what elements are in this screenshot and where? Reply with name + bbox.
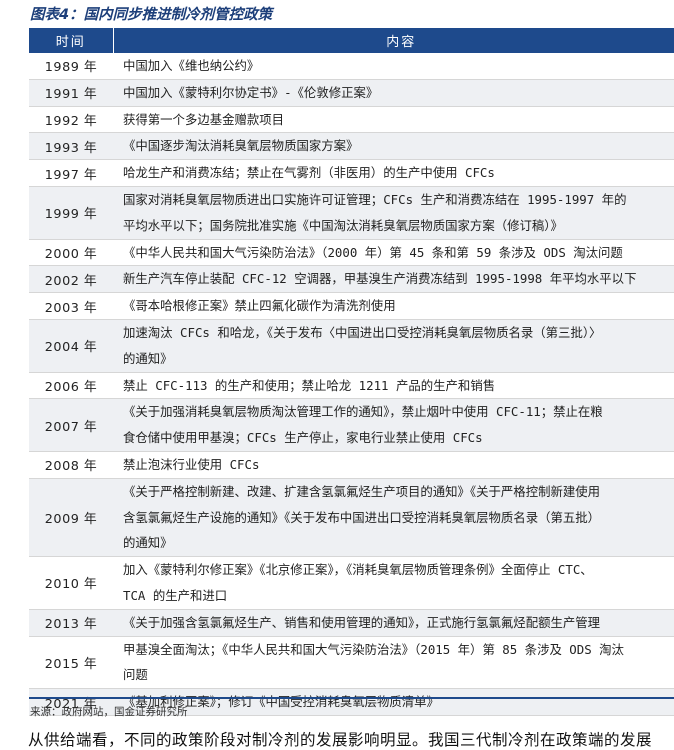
table-row: 2006 年禁止 CFC-113 的生产和使用；禁止哈龙 1211 产品的生产和… xyxy=(29,372,674,400)
table-row: 1991 年中国加入《蒙特利尔协定书》-《伦敦修正案》 xyxy=(29,79,674,107)
row-content: 国家对消耗臭氧层物质进出口实施许可证管理；CFCs 生产和消费冻结在 1995-… xyxy=(113,186,674,240)
row-content-line: 加入《蒙特利尔修正案》《北京修正案》，《消耗臭氧层物质管理条例》全面停止 CTC… xyxy=(123,562,593,578)
row-content-line: 禁止泡沫行业使用 CFCs xyxy=(123,456,260,472)
row-content: 《关于加强消耗臭氧层物质淘汰管理工作的通知》，禁止烟叶中使用 CFC-11；禁止… xyxy=(113,398,674,452)
source-note: 来源：政府网站，国金证券研究所 xyxy=(30,706,188,718)
table-row: 1997 年哈龙生产和消费冻结；禁止在气雾剂（非医用）的生产中使用 CFCs xyxy=(29,159,674,187)
row-content: 《关于加强含氢氯氟烃生产、销售和使用管理的通知》，正式施行氢氯氟烃配额生产管理 xyxy=(113,609,674,637)
row-year: 1999 年 xyxy=(29,186,113,240)
row-content-line: 《中国逐步淘汰消耗臭氧层物质国家方案》 xyxy=(123,138,359,154)
table-row: 2002 年新生产汽车停止装配 CFC-12 空调器，甲基溴生产消费冻结到 19… xyxy=(29,265,674,294)
row-content: 加入《蒙特利尔修正案》《北京修正案》，《消耗臭氧层物质管理条例》全面停止 CTC… xyxy=(113,556,674,610)
row-content-line: 禁止 CFC-113 的生产和使用；禁止哈龙 1211 产品的生产和销售 xyxy=(123,377,496,393)
row-content-line: 《哥本哈根修正案》禁止四氟化碳作为清洗剂使用 xyxy=(123,298,396,314)
row-year: 2015 年 xyxy=(29,636,113,690)
row-content: 获得第一个多边基金赠款项目 xyxy=(113,106,674,134)
row-content-line: 的通知》 xyxy=(123,535,173,551)
row-year: 2010 年 xyxy=(29,556,113,610)
row-content-line: 《关于严格控制新建、改建、扩建含氢氯氟烃生产项目的通知》《关于严格控制新建使用 xyxy=(123,483,601,499)
row-content: 《基加利修正案》；修订《中国受控消耗臭氧层物质清单》 xyxy=(113,688,674,716)
header-year: 时间 xyxy=(29,28,113,53)
row-content-line: 的通知》 xyxy=(123,350,173,366)
table-row: 1989 年中国加入《维也纳公约》 xyxy=(29,53,674,80)
row-year: 1992 年 xyxy=(29,106,113,134)
row-content-line: 国家对消耗臭氧层物质进出口实施许可证管理；CFCs 生产和消费冻结在 1995-… xyxy=(123,191,627,207)
table-body: 1989 年中国加入《维也纳公约》 1991 年中国加入《蒙特利尔协定书》-《伦敦… xyxy=(29,53,674,716)
row-year: 2006 年 xyxy=(29,372,113,400)
row-year: 2003 年 xyxy=(29,292,113,320)
row-content: 中国加入《蒙特利尔协定书》-《伦敦修正案》 xyxy=(113,79,674,107)
row-content-line: 平均水平以下；国务院批准实施《中国淘汰消耗臭氧层物质国家方案（修订稿）》 xyxy=(123,217,563,233)
row-content-line: 食仓储中使用甲基溴；CFCs 生产停止，家电行业禁止使用 CFCs xyxy=(123,430,483,446)
row-content: 禁止 CFC-113 的生产和使用；禁止哈龙 1211 产品的生产和销售 xyxy=(113,372,674,400)
table-row: 2010 年加入《蒙特利尔修正案》《北京修正案》，《消耗臭氧层物质管理条例》全面… xyxy=(29,556,674,610)
row-content-line: 《中华人民共和国大气污染防治法》（2000 年）第 45 条和第 59 条涉及 … xyxy=(123,244,623,260)
row-year: 2008 年 xyxy=(29,451,113,479)
row-year: 2007 年 xyxy=(29,398,113,452)
table-row: 2007 年《关于加强消耗臭氧层物质淘汰管理工作的通知》，禁止烟叶中使用 CFC… xyxy=(29,398,674,452)
row-year: 2002 年 xyxy=(29,265,113,294)
body-paragraph: 从供给端看，不同的政策阶段对制冷剂的发展影响明显。我国三代制冷剂在政策端的发展 xyxy=(28,731,653,749)
table-row: 2000 年《中华人民共和国大气污染防治法》（2000 年）第 45 条和第 5… xyxy=(29,239,674,267)
table-row: 2009 年《关于严格控制新建、改建、扩建含氢氯氟烃生产项目的通知》《关于严格控… xyxy=(29,478,674,558)
row-year: 2009 年 xyxy=(29,478,113,558)
row-content-line: 甲基溴全面淘汰；《中华人民共和国大气污染防治法》（2015 年）第 85 条涉及… xyxy=(123,641,624,657)
row-content-line: 《关于加强含氢氯氟烃生产、销售和使用管理的通知》，正式施行氢氯氟烃配额生产管理 xyxy=(123,614,601,630)
row-content-line: 中国加入《维也纳公约》 xyxy=(123,58,260,73)
row-content: 加速淘汰 CFCs 和哈龙，《关于发布〈中国进出口受控消耗臭氧层物质名录（第三批… xyxy=(113,319,674,373)
row-content-line: 问题 xyxy=(123,667,148,683)
row-content: 《中华人民共和国大气污染防治法》（2000 年）第 45 条和第 59 条涉及 … xyxy=(113,239,674,267)
row-content: 新生产汽车停止装配 CFC-12 空调器，甲基溴生产消费冻结到 1995-199… xyxy=(113,265,674,294)
table-header-row: 时间 内容 xyxy=(29,28,674,53)
table-row: 2013 年《关于加强含氢氯氟烃生产、销售和使用管理的通知》，正式施行氢氯氟烃配… xyxy=(29,609,674,637)
row-year: 2000 年 xyxy=(29,239,113,267)
table-row: 1999 年国家对消耗臭氧层物质进出口实施许可证管理；CFCs 生产和消费冻结在… xyxy=(29,186,674,240)
table-row: 2003 年《哥本哈根修正案》禁止四氟化碳作为清洗剂使用 xyxy=(29,292,674,320)
row-content: 禁止泡沫行业使用 CFCs xyxy=(113,451,674,479)
header-content: 内容 xyxy=(112,28,674,53)
table-row: 2004 年加速淘汰 CFCs 和哈龙，《关于发布〈中国进出口受控消耗臭氧层物质… xyxy=(29,319,674,373)
row-content-line: 含氢氯氟烃生产设施的通知》《关于发布中国进出口受控消耗臭氧层物质名录（第五批） xyxy=(123,509,601,525)
row-year: 1993 年 xyxy=(29,132,113,161)
row-year: 1989 年 xyxy=(29,53,113,80)
row-content: 中国加入《维也纳公约》 xyxy=(113,53,674,80)
table-bottom-rule xyxy=(29,697,674,699)
row-content-line: 哈龙生产和消费冻结；禁止在气雾剂（非医用）的生产中使用 CFCs xyxy=(123,165,495,181)
row-content: 《哥本哈根修正案》禁止四氟化碳作为清洗剂使用 xyxy=(113,292,674,320)
row-content-line: 新生产汽车停止装配 CFC-12 空调器，甲基溴生产消费冻结到 1995-199… xyxy=(123,271,637,287)
row-content-line: 中国加入《蒙特利尔协定书》-《伦敦修正案》 xyxy=(123,84,379,100)
table-row: 1993 年《中国逐步淘汰消耗臭氧层物质国家方案》 xyxy=(29,132,674,161)
row-year: 2004 年 xyxy=(29,319,113,373)
row-content-line: 《关于加强消耗臭氧层物质淘汰管理工作的通知》，禁止烟叶中使用 CFC-11；禁止… xyxy=(123,404,603,420)
table-row: 1992 年获得第一个多边基金赠款项目 xyxy=(29,106,674,134)
row-content-line: TCA 的生产和进口 xyxy=(123,587,228,603)
row-content-line: 获得第一个多边基金赠款项目 xyxy=(123,111,285,127)
policy-table: 时间 内容 1989 年中国加入《维也纳公约》 1991 年中国加入《蒙特利尔协定… xyxy=(29,28,674,716)
row-content: 《关于严格控制新建、改建、扩建含氢氯氟烃生产项目的通知》《关于严格控制新建使用含… xyxy=(113,478,674,558)
row-year: 1991 年 xyxy=(29,79,113,107)
row-content: 甲基溴全面淘汰；《中华人民共和国大气污染防治法》（2015 年）第 85 条涉及… xyxy=(113,636,674,690)
policy-table-grid: 时间 内容 1989 年中国加入《维也纳公约》 1991 年中国加入《蒙特利尔协定… xyxy=(29,28,674,716)
table-row: 2008 年禁止泡沫行业使用 CFCs xyxy=(29,451,674,479)
row-content: 《中国逐步淘汰消耗臭氧层物质国家方案》 xyxy=(113,132,674,161)
figure-title: 图表4：国内同步推进制冷剂管控政策 xyxy=(30,7,273,23)
row-year: 2013 年 xyxy=(29,609,113,637)
table-row: 2015 年甲基溴全面淘汰；《中华人民共和国大气污染防治法》（2015 年）第 … xyxy=(29,636,674,690)
row-content-line: 加速淘汰 CFCs 和哈龙，《关于发布〈中国进出口受控消耗臭氧层物质名录（第三批… xyxy=(123,324,602,340)
row-content: 哈龙生产和消费冻结；禁止在气雾剂（非医用）的生产中使用 CFCs xyxy=(113,159,674,187)
row-content-line: 《基加利修正案》；修订《中国受控消耗臭氧层物质清单》 xyxy=(123,694,439,710)
row-year: 1997 年 xyxy=(29,159,113,187)
